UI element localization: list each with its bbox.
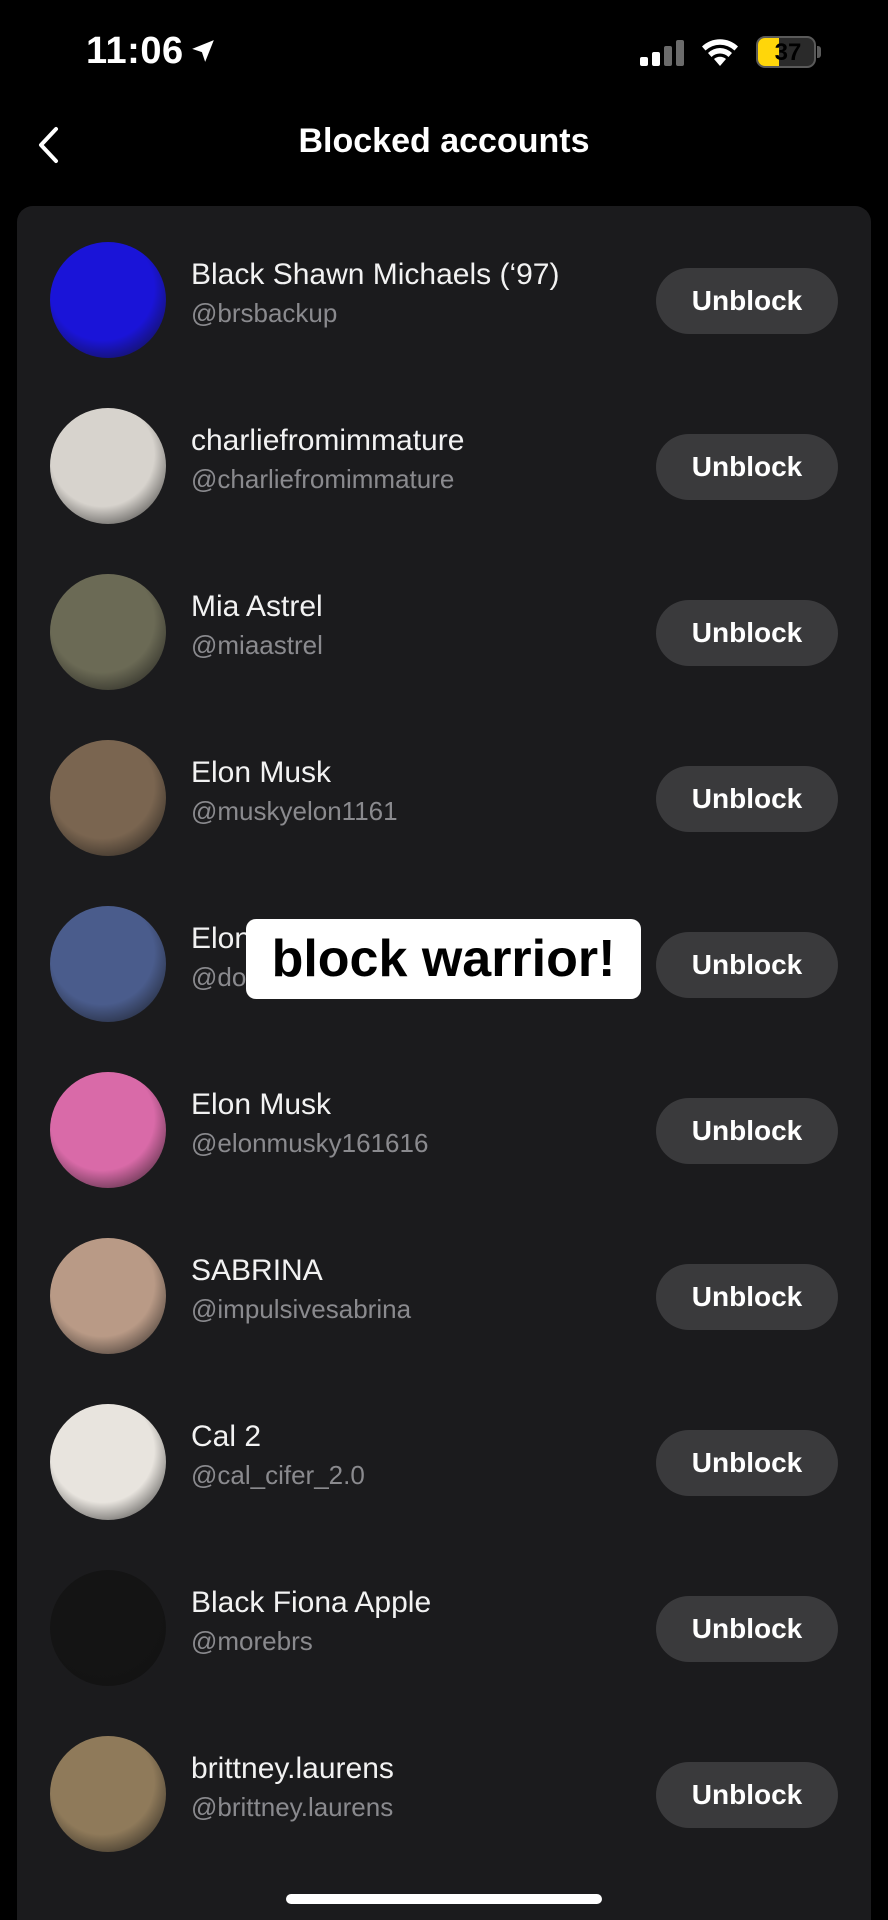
account-info: Black Shawn Michaels (‘97) @brsbackup <box>191 258 611 329</box>
unblock-button[interactable]: Unblock <box>656 1762 838 1828</box>
list-item[interactable]: Black Fiona Apple @morebrs Unblock <box>17 1534 871 1700</box>
display-name: brittney.laurens <box>191 1752 394 1785</box>
status-time: 11:06 <box>86 30 184 72</box>
username-handle: @impulsivesabrina <box>191 1294 412 1324</box>
battery-body: 37 <box>756 36 816 68</box>
list-item[interactable]: SABRINA @impulsivesabrina Unblock <box>17 1202 871 1368</box>
username-handle: @miaastrel <box>191 630 323 660</box>
blocked-accounts-list: Black Shawn Michaels (‘97) @brsbackup Unbl… <box>17 206 871 1920</box>
status-bar: 11:06 37 <box>0 0 888 100</box>
unblock-button[interactable]: Unblock <box>656 932 838 998</box>
overlay-caption: block warrior! <box>246 919 641 999</box>
display-name: charliefromimmature <box>191 424 465 457</box>
avatar[interactable] <box>50 906 166 1022</box>
display-name: Elon Musk <box>191 756 332 789</box>
list-item[interactable]: Elon Musk @elonmusky161616 Unblock <box>17 1036 871 1202</box>
battery-cap <box>817 46 821 58</box>
avatar[interactable] <box>50 408 166 524</box>
avatar[interactable] <box>50 1404 166 1520</box>
avatar[interactable] <box>50 1238 166 1354</box>
display-name: Cal 2 <box>191 1420 262 1453</box>
unblock-button[interactable]: Unblock <box>656 1430 838 1496</box>
username-handle: @charliefromimmature <box>191 464 455 494</box>
username-handle: @cal_cifer_2.0 <box>191 1460 365 1490</box>
location-arrow-icon <box>192 40 214 62</box>
username-handle: @brittney.laurens <box>191 1792 394 1822</box>
unblock-button[interactable]: Unblock <box>656 600 838 666</box>
list-item[interactable]: charliefromimmature @charliefromimmature U… <box>17 372 871 538</box>
display-name: SABRINA <box>191 1254 323 1287</box>
battery-level: 37 <box>774 39 802 66</box>
account-info: Elon Musk @muskyelon1161 <box>191 756 611 827</box>
username-handle: @elonmusky161616 <box>191 1128 429 1158</box>
list-item[interactable]: Elon Musk @muskyelon1161 Unblock <box>17 704 871 870</box>
avatar[interactable] <box>50 574 166 690</box>
avatar[interactable] <box>50 1736 166 1852</box>
account-info: SABRINA @impulsivesabrina <box>191 1254 611 1325</box>
unblock-button[interactable]: Unblock <box>656 268 838 334</box>
unblock-button[interactable]: Unblock <box>656 1098 838 1164</box>
username-handle: @muskyelon1161 <box>191 796 398 826</box>
list-item[interactable]: Cal 2 @cal_cifer_2.0 Unblock <box>17 1368 871 1534</box>
wifi-icon <box>702 39 738 66</box>
display-name: Mia Astrel <box>191 590 323 623</box>
account-info: Mia Astrel @miaastrel <box>191 590 611 661</box>
home-indicator <box>286 1894 602 1904</box>
unblock-button[interactable]: Unblock <box>656 1264 838 1330</box>
header: Blocked accounts <box>0 100 888 190</box>
account-info: Elon Musk @elonmusky161616 <box>191 1088 611 1159</box>
account-info: Cal 2 @cal_cifer_2.0 <box>191 1420 611 1491</box>
list-item[interactable]: Mia Astrel @miaastrel Unblock <box>17 538 871 704</box>
avatar[interactable] <box>50 242 166 358</box>
username-handle: @morebrs <box>191 1626 313 1656</box>
unblock-button[interactable]: Unblock <box>656 434 838 500</box>
list-item[interactable]: brittney.laurens @brittney.laurens Unblock <box>17 1700 871 1866</box>
unblock-button[interactable]: Unblock <box>656 766 838 832</box>
cellular-signal-icon <box>640 40 684 66</box>
username-handle: @brsbackup <box>191 298 338 328</box>
account-info: brittney.laurens @brittney.laurens <box>191 1752 611 1823</box>
avatar[interactable] <box>50 1570 166 1686</box>
account-info: charliefromimmature @charliefromimmature <box>191 424 611 495</box>
avatar[interactable] <box>50 1072 166 1188</box>
page-title: Blocked accounts <box>298 122 590 160</box>
list-item[interactable]: Black Shawn Michaels (‘97) @brsbackup Unbl… <box>17 206 871 372</box>
battery-icon: 37 <box>756 36 821 68</box>
display-name: Black Shawn Michaels (‘97) <box>191 258 560 291</box>
account-info: Black Fiona Apple @morebrs <box>191 1586 611 1657</box>
display-name: Elon Musk <box>191 1088 332 1121</box>
avatar[interactable] <box>50 740 166 856</box>
display-name: Black Fiona Apple <box>191 1586 432 1619</box>
unblock-button[interactable]: Unblock <box>656 1596 838 1662</box>
